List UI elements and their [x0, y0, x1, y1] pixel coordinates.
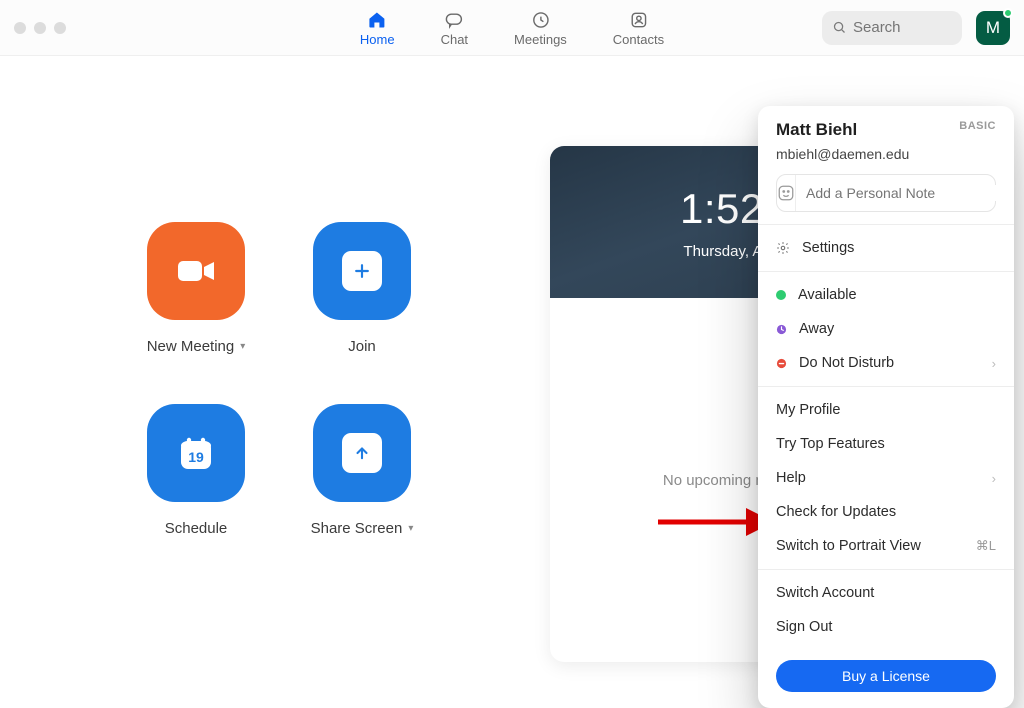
tile-label: Schedule: [165, 520, 228, 537]
tab-label: Home: [360, 32, 395, 47]
menu-portrait-view[interactable]: Switch to Portrait View ⌘L: [758, 529, 1014, 563]
gear-icon: [776, 241, 790, 255]
presence-dot-icon: [1003, 8, 1013, 18]
tile-schedule: 19 Schedule: [116, 404, 276, 564]
new-meeting-button[interactable]: [147, 222, 245, 320]
menu-sign-out[interactable]: Sign Out: [758, 610, 1014, 644]
chevron-right-icon: ›: [992, 471, 996, 486]
status-dot-icon: [776, 290, 786, 300]
chevron-down-icon[interactable]: ▾: [408, 523, 413, 534]
smiley-icon[interactable]: [777, 175, 796, 211]
header-right: M: [822, 11, 1010, 45]
chat-icon: [444, 10, 464, 30]
calendar-icon: 19: [172, 429, 220, 477]
share-screen-button[interactable]: [313, 404, 411, 502]
personal-note-input[interactable]: [796, 185, 997, 201]
menu-switch-account[interactable]: Switch Account: [758, 576, 1014, 610]
menu-settings[interactable]: Settings: [758, 231, 1014, 265]
avatar-button[interactable]: M: [976, 11, 1010, 45]
menu-label: Do Not Disturb: [799, 355, 894, 371]
plus-icon: [342, 251, 382, 291]
menu-label: Try Top Features: [776, 436, 885, 452]
home-icon: [367, 10, 387, 30]
menu-label: Switch to Portrait View: [776, 538, 921, 554]
tab-meetings[interactable]: Meetings: [514, 10, 567, 47]
action-tiles: New Meeting ▾ Join 19 Schedule: [116, 222, 442, 564]
menu-check-updates[interactable]: Check for Updates: [758, 495, 1014, 529]
avatar-initial: M: [986, 18, 1000, 38]
menu-label: Check for Updates: [776, 504, 896, 520]
account-name: Matt Biehl: [776, 120, 857, 140]
menu-label: Available: [798, 287, 857, 303]
join-button[interactable]: [313, 222, 411, 320]
chevron-down-icon[interactable]: ▾: [240, 341, 245, 352]
profile-menu: Matt Biehl BASIC mbiehl@daemen.edu Setti…: [758, 106, 1014, 708]
window-controls: [14, 22, 66, 34]
svg-text:19: 19: [188, 449, 204, 465]
menu-account-section: Matt Biehl BASIC mbiehl@daemen.edu: [758, 106, 1014, 224]
tile-label: Share Screen: [311, 520, 403, 537]
video-icon: [172, 251, 220, 291]
tile-label: Join: [348, 338, 376, 355]
tab-chat[interactable]: Chat: [441, 10, 468, 47]
menu-help[interactable]: Help ›: [758, 461, 1014, 495]
tile-new-meeting: New Meeting ▾: [116, 222, 276, 382]
menu-label: Help: [776, 470, 806, 486]
tile-join: Join: [282, 222, 442, 382]
search-box[interactable]: [822, 11, 962, 45]
menu-my-profile[interactable]: My Profile: [758, 393, 1014, 427]
close-light[interactable]: [14, 22, 26, 34]
status-available[interactable]: Available: [758, 278, 1014, 312]
clock-icon: [530, 10, 550, 30]
buy-label: Buy a License: [842, 668, 930, 684]
menu-label: Away: [799, 321, 834, 337]
shortcut-label: ⌘L: [976, 538, 996, 554]
tile-label: New Meeting: [147, 338, 235, 355]
menu-label: Sign Out: [776, 619, 832, 635]
tab-label: Chat: [441, 32, 468, 47]
dnd-icon: [776, 358, 787, 369]
license-badge: BASIC: [959, 120, 996, 132]
chevron-right-icon: ›: [992, 356, 996, 371]
schedule-button[interactable]: 19: [147, 404, 245, 502]
tab-label: Contacts: [613, 32, 664, 47]
tab-home[interactable]: Home: [360, 10, 395, 47]
contacts-icon: [628, 10, 648, 30]
away-clock-icon: [776, 324, 787, 335]
account-email: mbiehl@daemen.edu: [776, 146, 996, 162]
tab-contacts[interactable]: Contacts: [613, 10, 664, 47]
top-nav: Home Chat Meetings Contacts: [360, 0, 664, 56]
main-area: New Meeting ▾ Join 19 Schedule: [0, 56, 1024, 705]
window-titlebar: Home Chat Meetings Contacts: [0, 0, 1024, 56]
menu-top-features[interactable]: Try Top Features: [758, 427, 1014, 461]
minimize-light[interactable]: [34, 22, 46, 34]
menu-label: Settings: [802, 240, 854, 256]
menu-label: My Profile: [776, 402, 840, 418]
buy-license-button[interactable]: Buy a License: [776, 660, 996, 692]
fullscreen-light[interactable]: [54, 22, 66, 34]
search-icon: [832, 20, 847, 35]
tile-share-screen: Share Screen ▾: [282, 404, 442, 564]
search-input[interactable]: [853, 19, 952, 36]
personal-note-box[interactable]: [776, 174, 996, 212]
share-up-icon: [342, 433, 382, 473]
menu-label: Switch Account: [776, 585, 874, 601]
status-away[interactable]: Away: [758, 312, 1014, 346]
tab-label: Meetings: [514, 32, 567, 47]
status-dnd[interactable]: Do Not Disturb ›: [758, 346, 1014, 380]
